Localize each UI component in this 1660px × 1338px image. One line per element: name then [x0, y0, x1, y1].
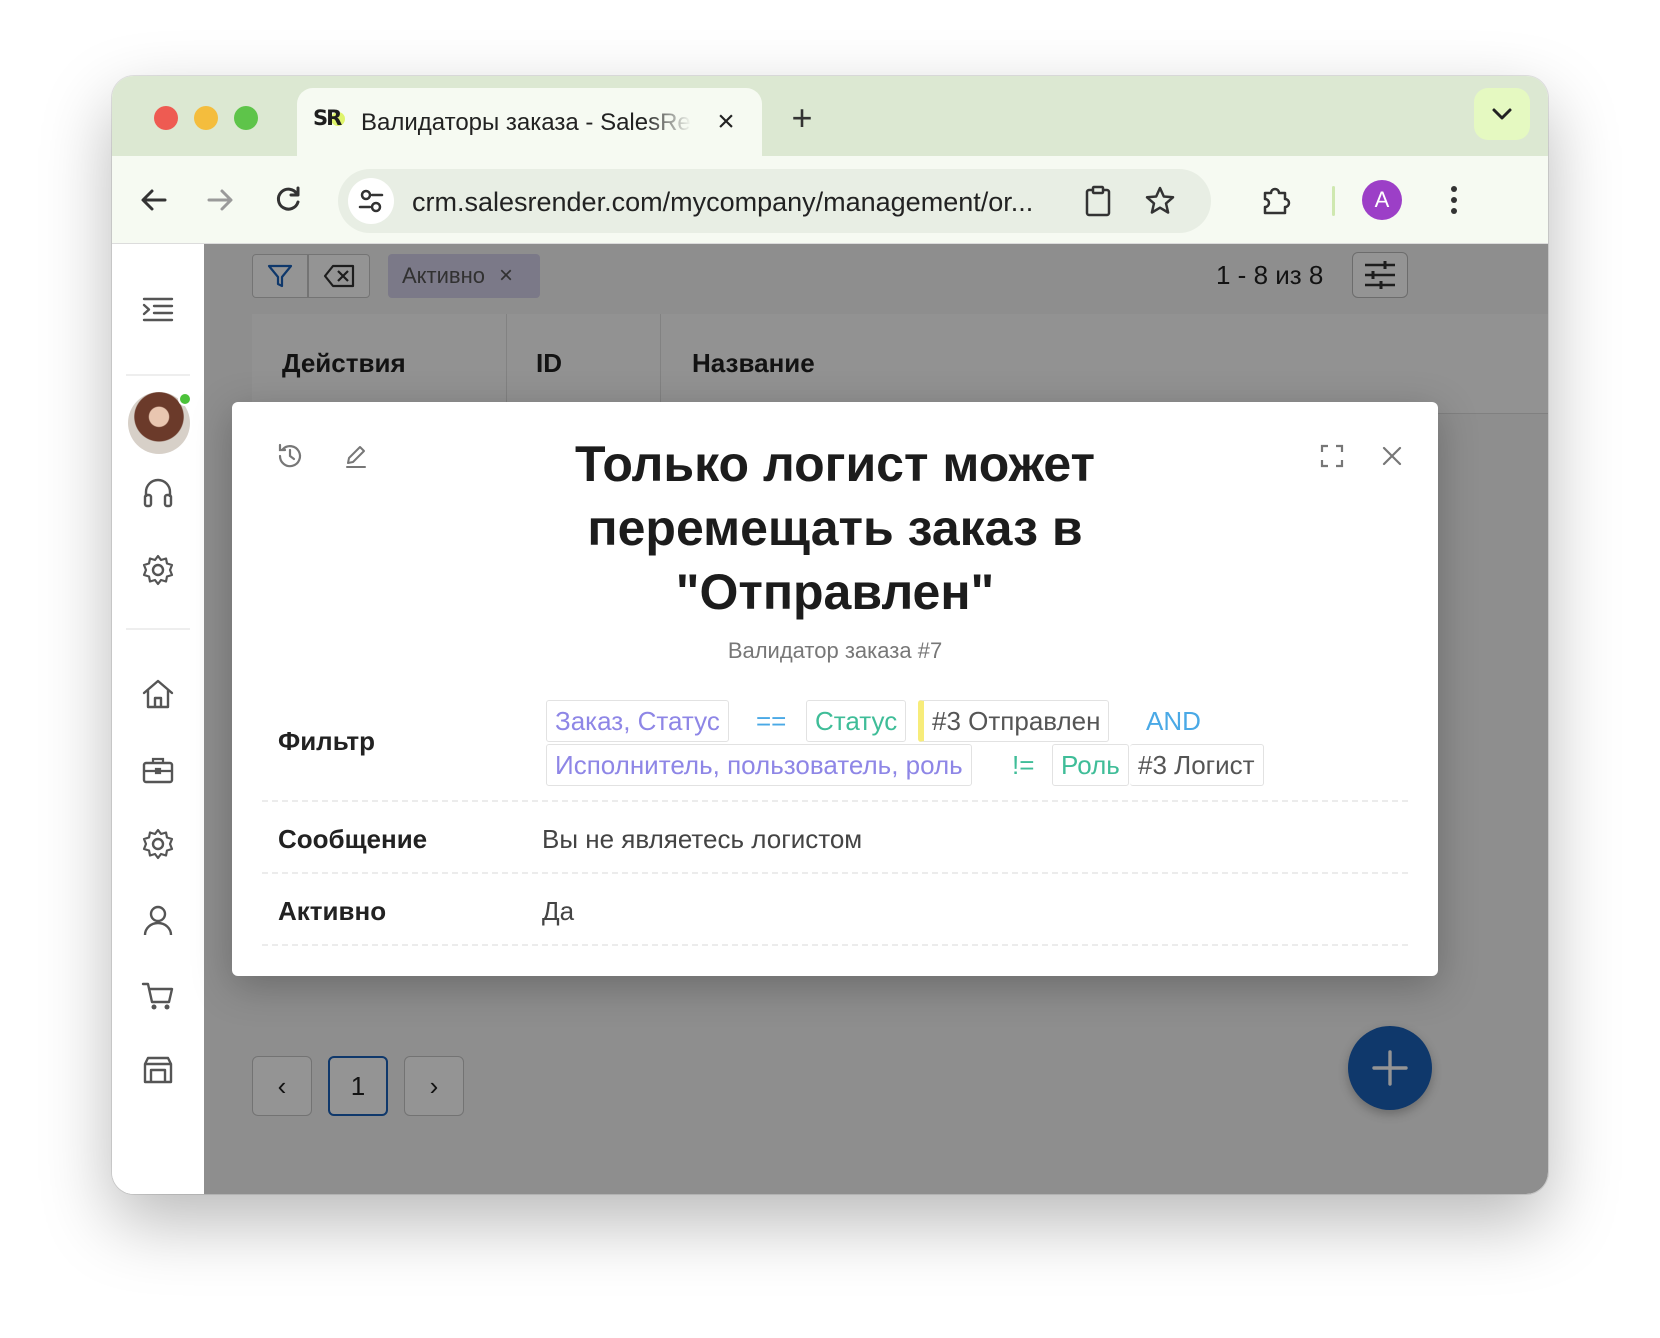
back-icon — [141, 189, 167, 211]
filter-value-token: #3 Логист — [1130, 744, 1264, 786]
online-status-dot — [178, 392, 192, 406]
filter-field-token: Заказ, Статус — [546, 700, 729, 742]
filter-row: Фильтр Заказ, Статус == Статус #3 Отправ… — [262, 686, 1408, 802]
briefcase-icon — [142, 757, 174, 784]
tab-close-icon[interactable]: × — [706, 102, 746, 142]
sidebar-divider — [126, 628, 190, 630]
profile-avatar[interactable]: A — [1362, 180, 1402, 220]
gear-icon — [142, 554, 174, 586]
expand-button[interactable] — [1312, 436, 1352, 476]
close-icon — [1382, 446, 1402, 466]
filter-class-token: Роль — [1052, 744, 1129, 786]
forward-icon — [207, 189, 233, 211]
filter-class-token: Статус — [806, 700, 907, 742]
page-content: Активно × 1 - 8 из 8 Действия ID Названи… — [112, 244, 1548, 1194]
toolbar-divider — [1332, 186, 1335, 216]
headset-icon — [143, 478, 173, 508]
close-modal-button[interactable] — [1372, 436, 1412, 476]
chevron-down-icon — [1492, 108, 1512, 120]
bookmark-star-icon — [1145, 186, 1175, 214]
sidebar-item-warehouse[interactable] — [134, 1046, 182, 1094]
forward-button[interactable] — [196, 176, 244, 224]
back-button[interactable] — [130, 176, 178, 224]
home-icon — [142, 679, 174, 709]
sidebar-item-settings-top[interactable] — [134, 546, 182, 594]
browser-menu-button[interactable] — [1430, 176, 1478, 224]
sidebar-item-management[interactable] — [134, 746, 182, 794]
cart-icon — [141, 982, 174, 1010]
maximize-window-button[interactable] — [234, 106, 258, 130]
filter-joiner: AND — [1146, 706, 1201, 736]
active-label: Активно — [278, 896, 387, 926]
pencil-icon — [346, 446, 366, 468]
filter-label: Фильтр — [278, 726, 376, 756]
message-value: Вы не являетесь логистом — [542, 824, 863, 854]
site-settings-icon — [358, 189, 384, 213]
gear-icon — [142, 828, 174, 860]
active-value: Да — [542, 896, 575, 926]
reload-icon — [276, 186, 300, 211]
extensions-button[interactable] — [1252, 176, 1300, 224]
extensions-icon — [1263, 187, 1291, 215]
salesrender-favicon-icon: SR — [313, 106, 345, 138]
active-row: Активно Да — [262, 874, 1408, 946]
modal-title: Только логист может перемещать заказ в "… — [574, 436, 1096, 620]
new-tab-button[interactable]: + — [782, 98, 822, 138]
menu-kebab-icon — [1451, 186, 1457, 214]
filter-value-token: #3 Отправлен — [918, 700, 1110, 742]
address-bar[interactable]: crm.salesrender.com/mycompany/management… — [338, 169, 1211, 233]
modal-subtitle: Валидатор заказа #7 — [727, 638, 943, 663]
validator-modal: Только логист может перемещать заказ в "… — [232, 402, 1438, 976]
reload-button[interactable] — [264, 176, 312, 224]
clipboard-icon — [1085, 185, 1111, 217]
close-window-button[interactable] — [154, 106, 178, 130]
user-icon — [143, 905, 173, 936]
sidebar-item-cart[interactable] — [134, 972, 182, 1020]
tab-search-button[interactable] — [1474, 88, 1530, 140]
bookmark-button[interactable] — [1136, 177, 1184, 225]
browser-toolbar: crm.salesrender.com/mycompany/management… — [112, 156, 1548, 244]
menu-indent-icon — [142, 297, 174, 322]
history-icon — [278, 443, 302, 468]
sidebar-item-settings[interactable] — [134, 820, 182, 868]
message-row: Сообщение Вы не являетесь логистом — [262, 802, 1408, 874]
edit-button[interactable] — [336, 436, 376, 476]
sidebar-item-home[interactable] — [134, 670, 182, 718]
browser-window: SR Валидаторы заказа - SalesRender × + c… — [112, 76, 1548, 1194]
message-label: Сообщение — [278, 824, 428, 854]
minimize-window-button[interactable] — [194, 106, 218, 130]
filter-operator: == — [756, 706, 787, 736]
sidebar-divider — [126, 374, 190, 376]
sidebar-toggle-button[interactable] — [134, 286, 182, 334]
tab-strip: SR Валидаторы заказа - SalesRender × + — [112, 76, 1548, 156]
history-button[interactable] — [270, 436, 310, 476]
tab-title: Валидаторы заказа - SalesRender — [361, 109, 691, 136]
url-text: crm.salesrender.com/mycompany/management… — [412, 187, 1034, 217]
app-sidebar — [112, 244, 204, 1194]
fullscreen-icon — [1320, 444, 1344, 468]
site-settings-button[interactable] — [348, 178, 394, 224]
warehouse-icon — [143, 1056, 173, 1084]
sidebar-item-support[interactable] — [134, 470, 182, 518]
clipboard-button[interactable] — [1074, 177, 1122, 225]
filter-field-token: Исполнитель, пользователь, роль — [546, 744, 972, 786]
sidebar-item-users[interactable] — [134, 896, 182, 944]
filter-operator: != — [1012, 750, 1035, 780]
tab-active[interactable]: SR Валидаторы заказа - SalesRender × — [297, 88, 762, 156]
